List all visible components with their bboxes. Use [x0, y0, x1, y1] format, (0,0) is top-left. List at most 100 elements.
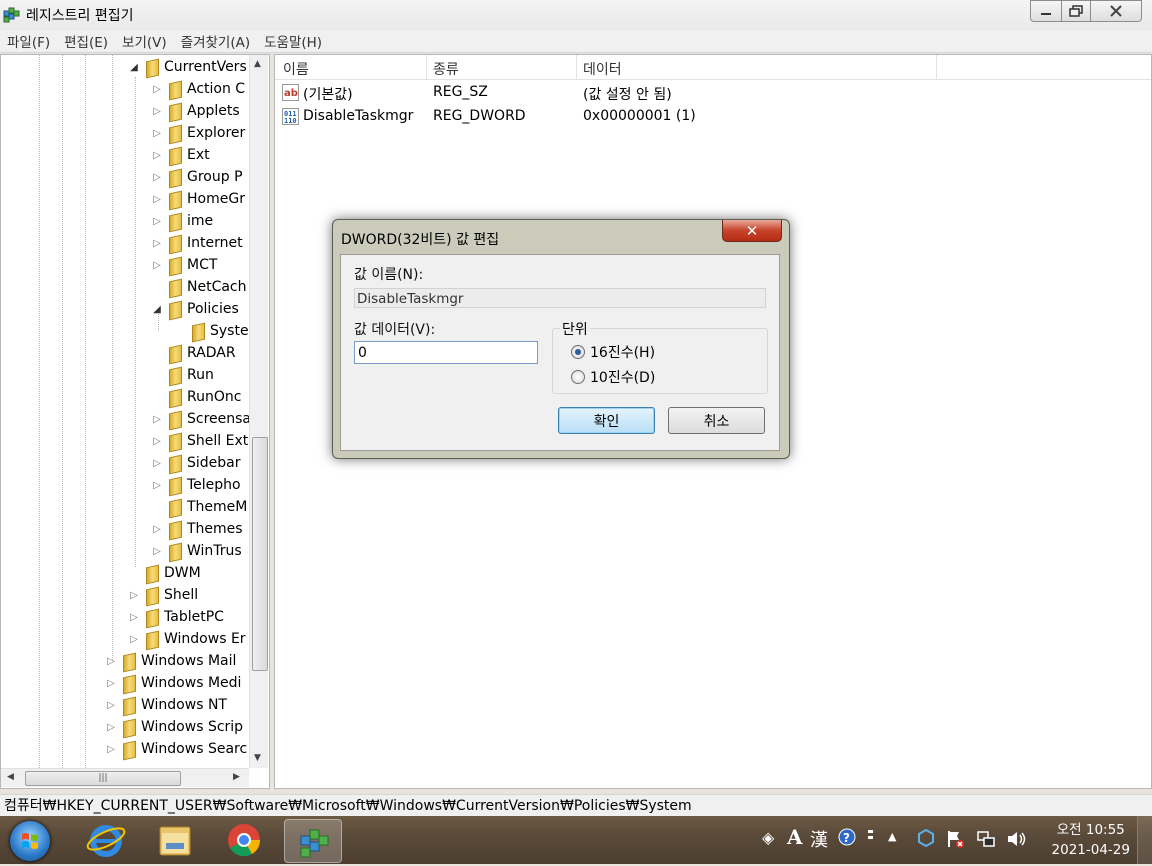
- dec-radio-option[interactable]: 10진수(D): [571, 367, 655, 387]
- column-divider[interactable]: [426, 55, 427, 79]
- taskbar-internet-explorer[interactable]: [78, 819, 134, 861]
- tree-item[interactable]: ▷ TabletPC: [128, 606, 224, 629]
- action-center-flag-icon[interactable]: [945, 829, 965, 849]
- collapsed-arrow-icon[interactable]: ▷: [151, 150, 163, 161]
- collapsed-arrow-icon[interactable]: ▷: [151, 524, 163, 535]
- collapsed-arrow-icon[interactable]: ▷: [105, 678, 117, 689]
- collapsed-arrow-icon[interactable]: ▷: [105, 744, 117, 755]
- tree-item[interactable]: ▷ Windows Scrip: [105, 716, 243, 739]
- value-data-input[interactable]: [354, 341, 538, 364]
- collapsed-arrow-icon[interactable]: ▷: [151, 480, 163, 491]
- registry-tree[interactable]: ◢ CurrentVers ▷ Action C ▷ Applets ▷ Explorer ▷ E…: [0, 54, 270, 789]
- show-hidden-icons-icon[interactable]: ▲: [888, 830, 896, 843]
- collapsed-arrow-icon[interactable]: ▷: [151, 84, 163, 95]
- scroll-up-icon[interactable]: ▲: [254, 59, 261, 69]
- scroll-down-icon[interactable]: ▼: [254, 753, 261, 763]
- hex-radio[interactable]: [571, 345, 585, 359]
- start-button[interactable]: [10, 821, 50, 861]
- tree-item[interactable]: ▷ ime: [151, 210, 213, 233]
- taskbar-registry-editor[interactable]: [284, 819, 342, 863]
- ime-hanja[interactable]: 漢: [810, 826, 828, 852]
- tree-item[interactable]: ▷ Applets: [151, 100, 240, 123]
- menu-favorites[interactable]: 즐겨찾기(A): [174, 31, 257, 51]
- tree-item[interactable]: ▷ Internet: [151, 232, 243, 255]
- collapsed-arrow-icon[interactable]: ▷: [151, 260, 163, 271]
- tree-item[interactable]: NetCach: [151, 276, 247, 299]
- tree-vertical-scrollbar[interactable]: ▲ ▼: [249, 55, 268, 768]
- collapsed-arrow-icon[interactable]: ▷: [151, 414, 163, 425]
- collapsed-arrow-icon[interactable]: ▷: [151, 238, 163, 249]
- expanded-arrow-icon[interactable]: ◢: [128, 62, 140, 73]
- collapsed-arrow-icon[interactable]: ▷: [151, 216, 163, 227]
- collapsed-arrow-icon[interactable]: ▷: [151, 106, 163, 117]
- collapsed-arrow-icon[interactable]: ▷: [151, 436, 163, 447]
- tree-item[interactable]: ▷ Windows NT: [105, 694, 227, 717]
- collapsed-arrow-icon[interactable]: ▷: [151, 546, 163, 557]
- taskbar-explorer[interactable]: [148, 819, 204, 861]
- tree-item[interactable]: ◢ CurrentVers: [128, 56, 247, 79]
- tree-item[interactable]: ▷ Telepho: [151, 474, 241, 497]
- collapsed-arrow-icon[interactable]: ▷: [105, 700, 117, 711]
- collapsed-arrow-icon[interactable]: ▷: [151, 458, 163, 469]
- tree-item[interactable]: ▷ Windows Searc: [105, 738, 247, 761]
- tray-clock[interactable]: 오전 10:55 2021-04-29: [1052, 820, 1130, 860]
- ime-mode-a[interactable]: A: [787, 825, 803, 849]
- tree-scroll-thumb[interactable]: [252, 437, 268, 671]
- tree-item[interactable]: ▷ Sidebar: [151, 452, 241, 475]
- language-bar-icon[interactable]: ◈: [762, 828, 774, 847]
- column-divider[interactable]: [936, 55, 937, 79]
- tree-item[interactable]: ▷ Windows Mail: [105, 650, 236, 673]
- tree-item[interactable]: ▷ WinTrus: [151, 540, 242, 563]
- tree-item[interactable]: ThemeM: [151, 496, 247, 519]
- tree-hscroll-thumb[interactable]: |||: [25, 771, 181, 786]
- collapsed-arrow-icon[interactable]: ▷: [128, 612, 140, 623]
- collapsed-arrow-icon[interactable]: ▷: [128, 634, 140, 645]
- scroll-left-icon[interactable]: ◀: [7, 772, 14, 782]
- tree-item[interactable]: RunOnc: [151, 386, 241, 409]
- column-type[interactable]: 종류: [433, 59, 459, 79]
- hex-radio-option[interactable]: 16진수(H): [571, 342, 655, 362]
- scroll-right-icon[interactable]: ▶: [233, 772, 240, 782]
- volume-icon[interactable]: [1006, 829, 1028, 849]
- tree-horizontal-scrollbar[interactable]: ◀ ||| ▶: [1, 768, 249, 787]
- collapsed-arrow-icon[interactable]: ▷: [151, 128, 163, 139]
- tree-item[interactable]: RADAR: [151, 342, 236, 365]
- list-row[interactable]: 011 110 DisableTaskmgr REG_DWORD 0x00000…: [275, 105, 1151, 129]
- collapsed-arrow-icon[interactable]: ▷: [105, 656, 117, 667]
- tree-item[interactable]: ◢ Policies: [151, 298, 239, 321]
- menu-view[interactable]: 보기(V): [115, 31, 174, 51]
- tree-item[interactable]: ▷ Screensa: [151, 408, 251, 431]
- close-window-button[interactable]: [1091, 0, 1142, 22]
- show-desktop-button[interactable]: [1137, 816, 1152, 864]
- ime-settings-icon[interactable]: [866, 828, 876, 844]
- cancel-button[interactable]: 취소: [668, 407, 765, 434]
- network-shield-icon[interactable]: [917, 829, 935, 847]
- expanded-arrow-icon[interactable]: ◢: [151, 304, 163, 315]
- taskbar-chrome[interactable]: [216, 819, 272, 861]
- collapsed-arrow-icon[interactable]: ▷: [151, 172, 163, 183]
- column-name[interactable]: 이름: [283, 59, 309, 79]
- menu-edit[interactable]: 편집(E): [57, 31, 115, 51]
- restore-button[interactable]: [1062, 0, 1091, 22]
- menu-file[interactable]: 파일(F): [0, 31, 57, 51]
- tree-item[interactable]: ▷ Shell Ext: [151, 430, 248, 453]
- tree-item[interactable]: Run: [151, 364, 214, 387]
- tree-item[interactable]: ▷ Explorer: [151, 122, 245, 145]
- tree-item[interactable]: ▷ Shell: [128, 584, 198, 607]
- dec-radio[interactable]: [571, 370, 585, 384]
- collapsed-arrow-icon[interactable]: ▷: [128, 590, 140, 601]
- tree-item[interactable]: ▷ Themes: [151, 518, 243, 541]
- tree-item[interactable]: DWM: [128, 562, 201, 585]
- collapsed-arrow-icon[interactable]: ▷: [105, 722, 117, 733]
- network-icon[interactable]: [976, 829, 996, 849]
- help-icon[interactable]: ?: [838, 828, 856, 846]
- tree-item[interactable]: Syste: [174, 320, 249, 343]
- minimize-button[interactable]: [1030, 0, 1062, 22]
- tree-item[interactable]: ▷ Group P: [151, 166, 243, 189]
- dialog-close-button[interactable]: ✕: [722, 220, 782, 242]
- tree-item[interactable]: ▷ HomeGr: [151, 188, 245, 211]
- tree-item[interactable]: ▷ MCT: [151, 254, 217, 277]
- list-row[interactable]: ab (기본값) REG_SZ (값 설정 안 됨): [275, 81, 1151, 105]
- tree-item[interactable]: ▷ Windows Er: [128, 628, 246, 651]
- menu-help[interactable]: 도움말(H): [257, 31, 329, 51]
